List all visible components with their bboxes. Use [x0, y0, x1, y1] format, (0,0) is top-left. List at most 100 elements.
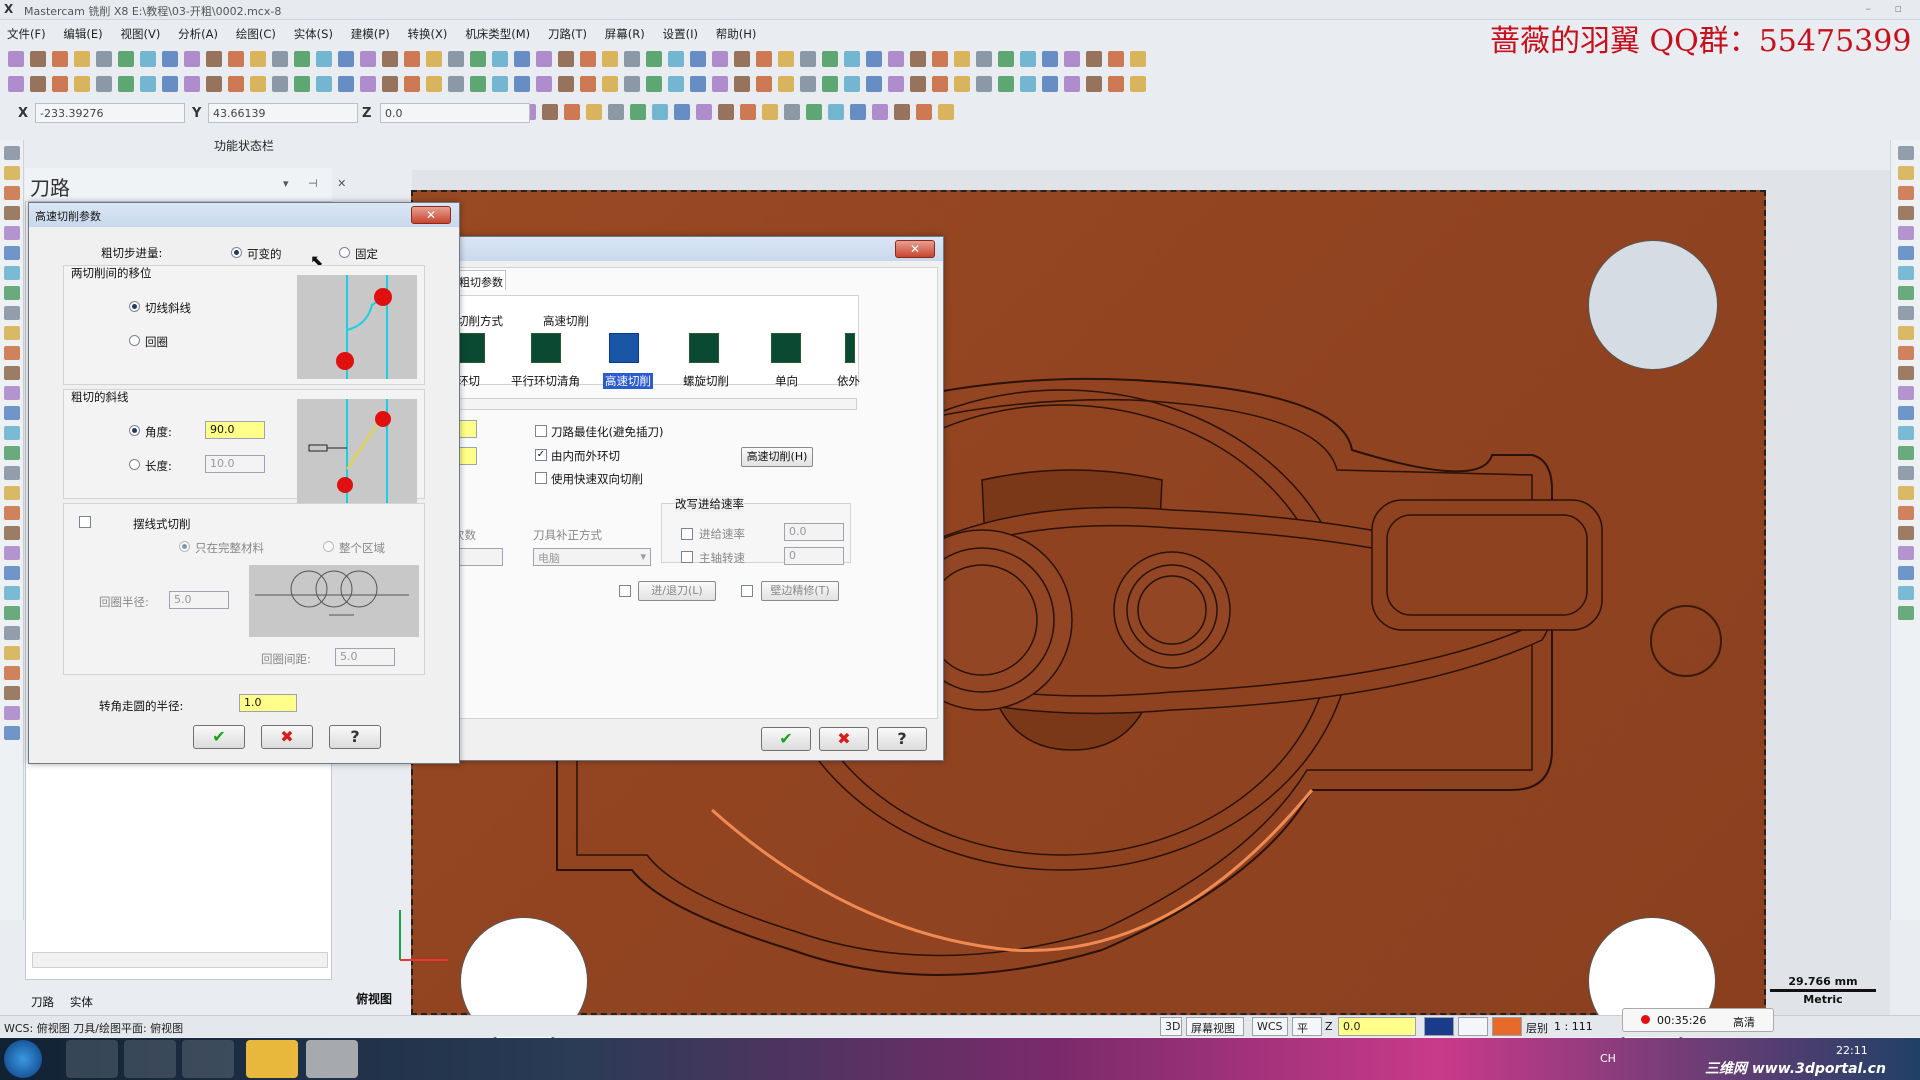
- menu-solids[interactable]: 实体(S): [287, 22, 340, 42]
- toolbar1-icon-21[interactable]: [470, 51, 486, 67]
- toolbar2-icon-33[interactable]: [734, 76, 750, 92]
- mastercam-taskbar-icon[interactable]: [306, 1040, 358, 1078]
- length-radio[interactable]: [129, 459, 140, 470]
- toolbar1-icon-6[interactable]: [140, 51, 156, 67]
- lefticons-icon-19[interactable]: [4, 526, 20, 540]
- toolbar1-icon-13[interactable]: [294, 51, 310, 67]
- toolbar1-icon-40[interactable]: [888, 51, 904, 67]
- righticons-icon-8[interactable]: [1898, 306, 1914, 320]
- loop-radius-field[interactable]: 5.0: [169, 591, 229, 609]
- finish-checkbox[interactable]: [741, 585, 753, 597]
- toolbar1-icon-41[interactable]: [910, 51, 926, 67]
- hs-ok-button[interactable]: ✔: [193, 725, 245, 749]
- toolbar2-icon-41[interactable]: [910, 76, 926, 92]
- lefticons-icon-5[interactable]: [4, 246, 20, 260]
- menu-toolpaths[interactable]: 刀路(T): [541, 22, 594, 42]
- toolbar2-icon-1[interactable]: [30, 76, 46, 92]
- toolbar2-icon-26[interactable]: [580, 76, 596, 92]
- menu-create[interactable]: 绘图(C): [229, 22, 283, 42]
- lefticons-icon-18[interactable]: [4, 506, 20, 520]
- toolbar2-icon-11[interactable]: [250, 76, 266, 92]
- tangent-ramp-radio[interactable]: [129, 301, 140, 312]
- status-z-field[interactable]: 0.0: [1338, 1017, 1416, 1036]
- toolbar2-icon-29[interactable]: [646, 76, 662, 92]
- righticons-icon-10[interactable]: [1898, 346, 1914, 360]
- hs-cancel-button[interactable]: ✖: [261, 725, 313, 749]
- toolbar2-icon-40[interactable]: [888, 76, 904, 92]
- status-screen-view-button[interactable]: 屏幕视图: [1186, 1017, 1244, 1036]
- ime-indicator[interactable]: CH: [1600, 1052, 1616, 1065]
- toolbar2-icon-50[interactable]: [1108, 76, 1124, 92]
- toolbar1-icon-8[interactable]: [184, 51, 200, 67]
- righticons-icon-20[interactable]: [1898, 546, 1914, 560]
- righticons-icon-12[interactable]: [1898, 386, 1914, 400]
- righticons-icon-14[interactable]: [1898, 426, 1914, 440]
- panel-horizontal-scrollbar[interactable]: [32, 952, 328, 968]
- ok-button[interactable]: ✔: [761, 727, 811, 751]
- toolbar1-icon-48[interactable]: [1064, 51, 1080, 67]
- angle-field[interactable]: 90.0: [205, 421, 265, 439]
- color-swatch[interactable]: [1424, 1017, 1454, 1036]
- feed-rate-checkbox[interactable]: [681, 528, 693, 540]
- lefticons-icon-7[interactable]: [4, 286, 20, 300]
- lefticons-icon-21[interactable]: [4, 566, 20, 580]
- quality-label[interactable]: 高清: [1733, 1014, 1755, 1030]
- toolbar2-icon-36[interactable]: [800, 76, 816, 92]
- righticons-icon-0[interactable]: [1898, 146, 1914, 160]
- toolbar1-icon-15[interactable]: [338, 51, 354, 67]
- toolbar2-icon-47[interactable]: [1042, 76, 1058, 92]
- menu-view[interactable]: 视图(V): [114, 22, 168, 42]
- hs-cut-button[interactable]: 高速切削(H): [741, 447, 813, 467]
- toolbar1-icon-51[interactable]: [1130, 51, 1146, 67]
- toolbar3-icon-19[interactable]: [938, 104, 954, 120]
- righticons-icon-23[interactable]: [1898, 606, 1914, 620]
- method-icon-high-speed[interactable]: [609, 333, 639, 363]
- toolbar2-icon-17[interactable]: [382, 76, 398, 92]
- lefticons-icon-12[interactable]: [4, 386, 20, 400]
- toolbar1-icon-37[interactable]: [822, 51, 838, 67]
- menu-edit[interactable]: 编辑(E): [56, 22, 109, 42]
- righticons-icon-3[interactable]: [1898, 206, 1914, 220]
- corner-radius-field[interactable]: 1.0: [239, 694, 297, 712]
- panel-controls[interactable]: ▾ ⊣ ✕: [283, 177, 354, 190]
- spindle-checkbox[interactable]: [681, 551, 693, 563]
- file-explorer-icon[interactable]: [124, 1040, 176, 1078]
- righticons-icon-2[interactable]: [1898, 186, 1914, 200]
- toolbar2-icon-44[interactable]: [976, 76, 992, 92]
- righticons-icon-13[interactable]: [1898, 406, 1914, 420]
- lefticons-icon-4[interactable]: [4, 226, 20, 240]
- method-icon-one-way[interactable]: [771, 333, 801, 363]
- lefticons-icon-26[interactable]: [4, 666, 20, 680]
- toolbar2-icon-12[interactable]: [272, 76, 288, 92]
- toolbar2-icon-16[interactable]: [360, 76, 376, 92]
- lefticons-icon-11[interactable]: [4, 366, 20, 380]
- toolbar2-icon-8[interactable]: [184, 76, 200, 92]
- toolbar1-icon-14[interactable]: [316, 51, 332, 67]
- loop-radio[interactable]: [129, 335, 140, 346]
- toolbar2-icon-38[interactable]: [844, 76, 860, 92]
- righticons-icon-5[interactable]: [1898, 246, 1914, 260]
- righticons-icon-4[interactable]: [1898, 226, 1914, 240]
- status-3d-button[interactable]: 3D: [1160, 1017, 1182, 1036]
- toolbar1-icon-24[interactable]: [536, 51, 552, 67]
- toolbar1-icon-10[interactable]: [228, 51, 244, 67]
- toolbar1-icon-43[interactable]: [954, 51, 970, 67]
- fixed-radio[interactable]: [339, 247, 350, 258]
- toolbar2-icon-19[interactable]: [426, 76, 442, 92]
- qq-icon[interactable]: [246, 1040, 298, 1078]
- tab-solids[interactable]: 实体: [64, 990, 99, 1010]
- lefticons-icon-14[interactable]: [4, 426, 20, 440]
- toolbar2-icon-23[interactable]: [514, 76, 530, 92]
- toolbar2-icon-5[interactable]: [118, 76, 134, 92]
- whole-area-radio[interactable]: [323, 541, 334, 552]
- toolbar1-icon-27[interactable]: [602, 51, 618, 67]
- toolbar2-icon-48[interactable]: [1064, 76, 1080, 92]
- toolbar2-icon-14[interactable]: [316, 76, 332, 92]
- toolbar2-icon-31[interactable]: [690, 76, 706, 92]
- toolbar1-icon-7[interactable]: [162, 51, 178, 67]
- toolbar2-icon-20[interactable]: [448, 76, 464, 92]
- toolbar1-icon-22[interactable]: [492, 51, 508, 67]
- toolbar1-icon-44[interactable]: [976, 51, 992, 67]
- toolbar1-icon-11[interactable]: [250, 51, 266, 67]
- help-button[interactable]: ?: [877, 727, 927, 751]
